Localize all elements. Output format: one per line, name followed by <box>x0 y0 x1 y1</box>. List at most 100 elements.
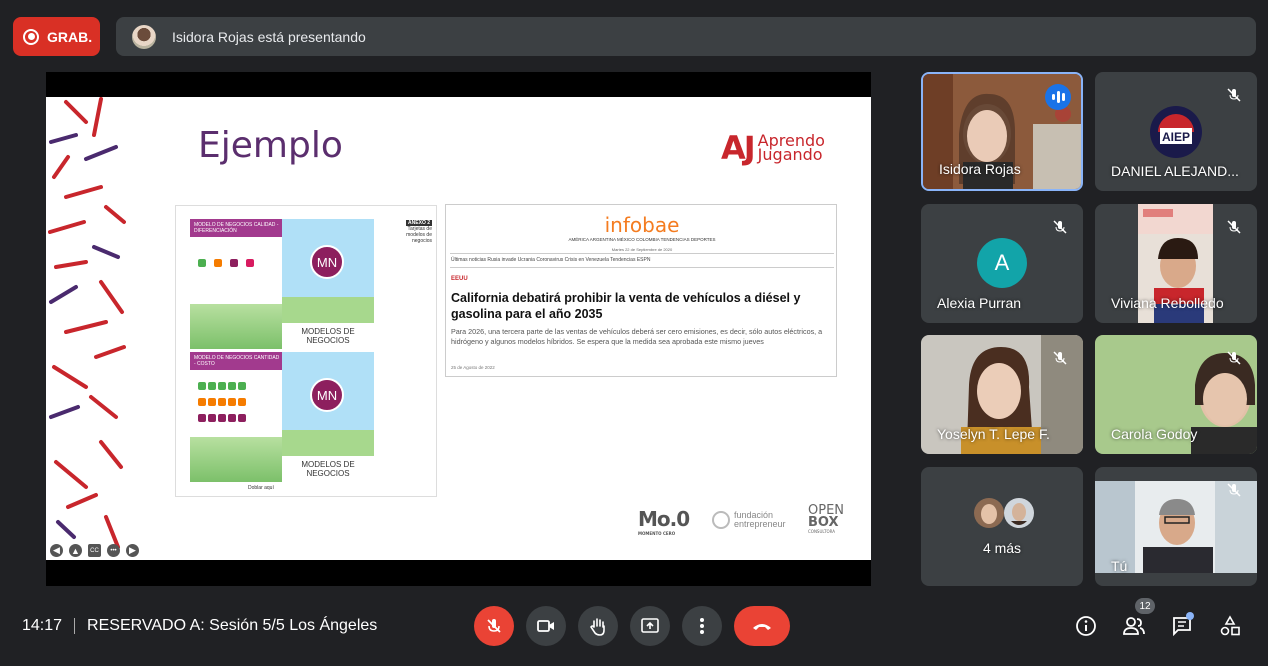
record-icon <box>23 28 39 45</box>
anexo-label: ANEXO 2 Tarjetas de modelos de negocios <box>402 220 432 244</box>
speaking-indicator-icon <box>1045 84 1071 110</box>
camera-toggle-button[interactable] <box>526 606 566 646</box>
modelos-label: MODELOS DE NEGOCIOS <box>301 460 355 478</box>
next-slide-icon[interactable]: ▶ <box>126 544 139 557</box>
people-button[interactable] <box>1120 612 1148 640</box>
news-date: Martes 22 de Septiembre de 2020 <box>611 247 673 252</box>
tile-yoselyn[interactable]: Yoselyn T. Lepe F. <box>921 335 1083 454</box>
mic-off-icon <box>1223 347 1245 369</box>
mn-badge: MN <box>310 245 344 279</box>
chat-notification-dot <box>1186 612 1194 620</box>
mic-off-icon <box>1223 479 1245 501</box>
group-avatars <box>974 498 1034 528</box>
participant-name: Carola Godoy <box>1111 426 1198 442</box>
participant-name: Viviana Rebolledo <box>1111 295 1224 311</box>
business-model-cards: MODELO DE NEGOCIOS CALIDAD - DIFERENCIAC… <box>175 205 437 497</box>
card-header: MODELO DE NEGOCIOS CANTIDAD - COSTO <box>194 355 280 367</box>
anexo-text: Tarjetas de modelos de negocios <box>406 226 432 244</box>
card-left-panel: MODELO DE NEGOCIOS CANTIDAD - COSTO <box>190 352 282 482</box>
divider <box>74 618 76 634</box>
aj-logo-text: Aprendo Jugando <box>757 133 825 164</box>
pointer-icon[interactable]: ▲ <box>69 544 82 557</box>
tile-isidora-rojas[interactable]: Isidora Rojas <box>921 72 1083 191</box>
people-icon <box>1123 617 1145 635</box>
tile-alexia-purran[interactable]: A Alexia Purran <box>921 204 1083 323</box>
news-tag: EEUU <box>451 276 468 282</box>
modelos-label: MODELOS DE NEGOCIOS <box>301 327 355 345</box>
tile-viviana-rebolledo[interactable]: Viviana Rebolledo <box>1095 204 1257 323</box>
recording-indicator[interactable]: GRAB. <box>13 17 100 56</box>
openbox-logo: OPEN BOX CONSULTORA <box>808 504 844 535</box>
leave-call-button[interactable] <box>734 606 790 646</box>
more-options-button[interactable] <box>682 606 722 646</box>
moo-sub: MOMENTO CERO <box>638 531 676 536</box>
news-nav: AMÉRICA ARGENTINA MÉXICO COLOMBIA TENDEN… <box>568 237 716 242</box>
mic-off-icon <box>1223 84 1245 106</box>
confetti-decoration <box>48 97 126 549</box>
meeting-title: RESERVADO A: Sesión 5/5 Los Ángeles <box>87 617 378 634</box>
captions-icon[interactable]: CC <box>88 544 101 557</box>
box-text: BOX <box>808 515 839 530</box>
meet-window: GRAB. Isidora Rojas está presentando Eje… <box>0 0 1268 666</box>
tile-you[interactable]: Tú <box>1095 467 1257 586</box>
raise-hand-button[interactable] <box>578 606 618 646</box>
fund-text-2: entrepreneur <box>734 519 786 529</box>
doblar-label: Doblar aquí <box>248 485 274 491</box>
slide: Ejemplo AJ Aprendo Jugando MODELO DE NEG… <box>46 97 871 560</box>
aj-logo-text-2: Jugando <box>757 145 823 164</box>
more-participants-label: 4 más <box>982 540 1022 556</box>
mic-off-icon <box>1223 216 1245 238</box>
participant-name: Isidora Rojas <box>939 161 1021 177</box>
card-right-panel: MN MODELOS DE NEGOCIOS <box>282 219 374 349</box>
mn-badge: MN <box>310 378 344 412</box>
moo-text: Mo.0 <box>638 507 690 531</box>
news-subnav: Últimas noticias Rusia invade Ucrania Co… <box>451 257 651 263</box>
mic-off-icon <box>1049 216 1071 238</box>
news-clipping: infobae AMÉRICA ARGENTINA MÉXICO COLOMBI… <box>445 204 837 377</box>
card-quality: MODELO DE NEGOCIOS CALIDAD - DIFERENCIAC… <box>190 219 374 349</box>
mic-toggle-button[interactable] <box>474 606 514 646</box>
hang-up-icon <box>753 624 771 630</box>
card-right-panel: MN MODELOS DE NEGOCIOS <box>282 352 374 482</box>
tile-more-participants[interactable]: 4 más <box>921 467 1083 586</box>
tile-daniel[interactable]: AIEP DANIEL ALEJAND... <box>1095 72 1257 191</box>
participant-name: Alexia Purran <box>937 295 1022 311</box>
participant-avatar: AIEP <box>1150 106 1202 158</box>
mic-off-icon <box>1049 347 1071 369</box>
infobae-logo: infobae <box>604 213 680 237</box>
svg-text:AIEP: AIEP <box>1162 130 1190 144</box>
fundacion-entrepreneur-logo: fundación entrepreneur <box>712 511 786 529</box>
more-vert-icon <box>700 618 704 634</box>
slide-controls: ◀ ▲ CC ••• ▶ <box>50 544 139 557</box>
presenter-avatar <box>132 24 156 49</box>
clock: 14:17 <box>22 617 63 634</box>
card-dots <box>198 382 246 390</box>
hand-icon <box>590 618 605 636</box>
news-body: Para 2026, una tercera parte de las vent… <box>451 327 823 346</box>
mic-off-icon <box>487 619 501 633</box>
info-icon <box>1076 616 1096 636</box>
meeting-info: 14:17 RESERVADO A: Sesión 5/5 Los Ángele… <box>22 617 377 635</box>
presenting-text: Isidora Rojas está presentando <box>172 28 366 45</box>
participant-name: Tú <box>1111 558 1128 574</box>
card-quantity: MODELO DE NEGOCIOS CANTIDAD - COSTO MN M… <box>190 352 374 482</box>
present-screen-button[interactable] <box>630 606 670 646</box>
news-footer: 25 de Agosto de 2022 <box>451 365 495 370</box>
presenting-banner: Isidora Rojas está presentando <box>116 17 1256 56</box>
aj-logo-mark: AJ <box>721 129 756 167</box>
more-slide-icon[interactable]: ••• <box>107 544 120 557</box>
tile-carola-godoy[interactable]: Carola Godoy <box>1095 335 1257 454</box>
card-dots <box>198 259 254 267</box>
camera-icon <box>537 620 554 632</box>
card-left-panel: MODELO DE NEGOCIOS CALIDAD - DIFERENCIAC… <box>190 219 282 349</box>
fund-ring-icon <box>712 511 730 529</box>
card-header: MODELO DE NEGOCIOS CALIDAD - DIFERENCIAC… <box>194 222 279 234</box>
prev-slide-icon[interactable]: ◀ <box>50 544 63 557</box>
slide-title: Ejemplo <box>198 125 343 166</box>
participant-name: DANIEL ALEJAND... <box>1111 163 1239 179</box>
momento-cero-logo: Mo.0 MOMENTO CERO <box>638 507 690 536</box>
presentation-frame[interactable]: Ejemplo AJ Aprendo Jugando MODELO DE NEG… <box>46 72 871 586</box>
meeting-details-button[interactable] <box>1072 612 1100 640</box>
activities-button[interactable] <box>1216 612 1244 640</box>
participant-initial: A <box>977 238 1027 288</box>
